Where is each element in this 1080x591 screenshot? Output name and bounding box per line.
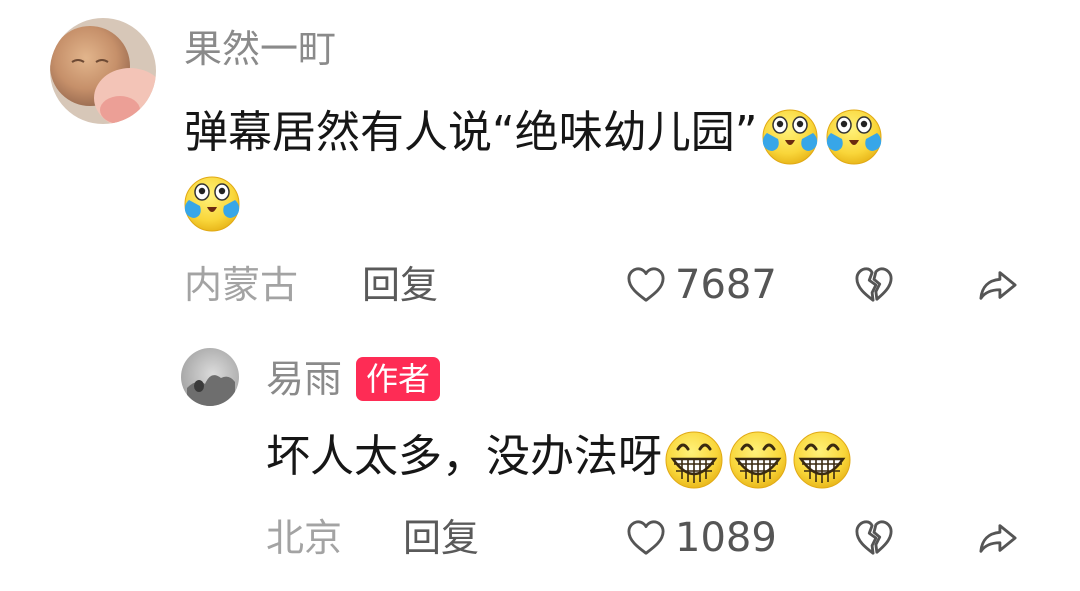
comment-text-line: 弹幕居然有人说“绝味幼儿园” [184,103,886,167]
comment-like-button[interactable]: 7687 [625,262,777,308]
crying-laughing-emoji-icon [180,170,244,234]
crying-laughing-emoji-icon [822,103,886,167]
grinning-emoji-icon [662,427,726,491]
reply-text: 坏人太多，没办法呀 [266,431,662,482]
broken-heart-icon [853,519,895,557]
reply-author-row: 易雨 作者 [266,356,441,402]
reply-like-count: 1089 [675,515,777,561]
comment-text-line-2 [180,170,244,234]
comment-like-count: 7687 [675,262,777,308]
broken-heart-icon [853,266,895,304]
comment-location: 内蒙古 [184,263,299,307]
reply-like-button[interactable]: 1089 [625,515,777,561]
share-arrow-icon [975,266,1021,304]
comment-reply-button[interactable]: 回复 [362,262,438,308]
reply-avatar[interactable] [181,348,239,406]
reply-text-line: 坏人太多，没办法呀 [266,427,854,491]
heart-outline-icon [625,519,667,557]
comment-text: 弹幕居然有人说“绝味幼儿园” [184,107,758,158]
comment-share-button[interactable] [975,266,1021,308]
grinning-emoji-icon [726,427,790,491]
reply-author-name[interactable]: 易雨 [266,356,342,402]
reply-location: 北京 [266,516,343,560]
heart-outline-icon [625,266,667,304]
comment-dislike-button[interactable] [853,266,895,308]
grinning-emoji-icon [790,427,854,491]
comment-author-name[interactable]: 果然一町 [184,26,336,72]
reply-reply-button[interactable]: 回复 [403,515,479,561]
crying-laughing-emoji-icon [758,103,822,167]
author-badge: 作者 [356,357,441,401]
reply-dislike-button[interactable] [853,519,895,561]
avatar[interactable] [50,18,156,124]
reply-share-button[interactable] [975,519,1021,561]
share-arrow-icon [975,519,1021,557]
